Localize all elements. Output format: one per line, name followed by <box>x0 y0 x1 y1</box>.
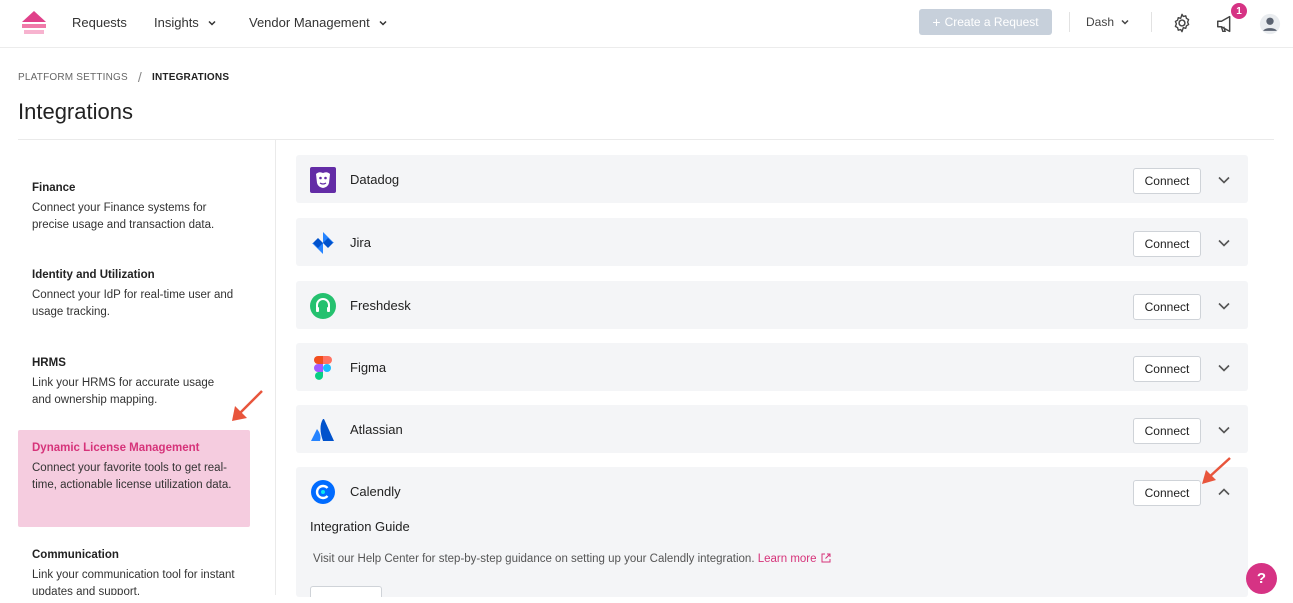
chevron-down-icon[interactable] <box>1217 425 1231 435</box>
sidebar-item-desc: Connect your Finance systems for precise… <box>32 202 215 231</box>
nav-requests[interactable]: Requests <box>72 15 127 30</box>
sidebar-item-hrms[interactable]: HRMS Link your HRMS for accurate usage a… <box>18 345 250 421</box>
sidebar-item-title: Finance <box>32 182 76 194</box>
integration-name: Datadog <box>350 172 400 187</box>
chevron-up-icon[interactable] <box>1217 487 1231 497</box>
sidebar-item-identity[interactable]: Identity and Utilization Connect your Id… <box>18 257 250 333</box>
chevron-down-icon[interactable] <box>1217 238 1231 248</box>
integration-name: Calendly <box>350 484 401 499</box>
create-request-button[interactable]: + Create a Request <box>919 9 1052 35</box>
learn-more-link[interactable]: Learn more <box>758 553 831 565</box>
sidebar-item-communication[interactable]: Communication Link your communication to… <box>18 537 250 595</box>
breadcrumb-separator: / <box>137 69 142 85</box>
integration-row-datadog[interactable]: Datadog Connect <box>296 155 1248 203</box>
integration-name: Jira <box>350 235 371 250</box>
chevron-down-icon <box>379 20 387 26</box>
annotation-arrow-icon <box>232 390 263 421</box>
sidebar-item-dynamic-license-management[interactable]: Dynamic License Management Connect your … <box>18 430 250 527</box>
chevron-down-icon[interactable] <box>1217 175 1231 185</box>
user-menu-label: Dash <box>1086 15 1115 29</box>
connect-button[interactable]: Connect <box>1133 231 1201 257</box>
connect-button[interactable]: Connect <box>1133 294 1201 320</box>
chevron-down-icon[interactable] <box>1217 363 1231 373</box>
nav-vendor-management[interactable]: Vendor Management <box>249 15 388 30</box>
user-avatar-icon[interactable] <box>1259 13 1281 35</box>
datadog-logo-icon <box>310 167 336 193</box>
integration-name: Figma <box>350 360 387 375</box>
sidebar-item-finance[interactable]: Finance Connect your Finance systems for… <box>18 170 250 246</box>
chevron-down-icon <box>208 20 216 26</box>
user-menu[interactable]: Dash <box>1086 15 1130 29</box>
notification-badge: 1 <box>1231 3 1247 19</box>
integration-row-jira[interactable]: Jira Connect <box>296 218 1248 266</box>
integration-row-atlassian[interactable]: Atlassian Connect <box>296 405 1248 453</box>
figma-logo-icon <box>314 356 332 380</box>
jira-logo-icon <box>312 232 334 254</box>
breadcrumb: PLATFORM SETTINGS / INTEGRATIONS <box>18 69 229 85</box>
nav-insights[interactable]: Insights <box>154 15 217 30</box>
integration-row-calendly[interactable]: Calendly Connect Integration Guide Visit… <box>296 467 1248 597</box>
plus-icon: + <box>932 14 941 30</box>
app-logo-icon[interactable] <box>20 10 48 36</box>
gear-icon[interactable] <box>1171 12 1193 34</box>
top-navigation: Requests Insights Vendor Management + Cr… <box>0 0 1293 48</box>
divider <box>1069 12 1070 32</box>
create-request-label: Create a Request <box>944 15 1039 29</box>
guide-action-button[interactable] <box>310 586 382 597</box>
atlassian-logo-icon <box>311 419 334 441</box>
chevron-down-icon <box>1121 19 1129 25</box>
integration-row-figma[interactable]: Figma Connect <box>296 343 1248 391</box>
breadcrumb-current: INTEGRATIONS <box>151 71 230 83</box>
annotation-arrow-icon <box>1202 457 1231 484</box>
sidebar-item-desc: Connect your IdP for real-time user and … <box>32 289 234 318</box>
connect-button[interactable]: Connect <box>1133 418 1201 444</box>
integration-category-sidebar: Finance Connect your Finance systems for… <box>18 140 276 595</box>
nav-vendor-management-label: Vendor Management <box>249 15 370 30</box>
chevron-down-icon[interactable] <box>1217 301 1231 311</box>
integration-name: Freshdesk <box>350 298 411 313</box>
integration-guide-text: Visit our Help Center for step-by-step g… <box>313 553 831 565</box>
sidebar-item-title: Identity and Utilization <box>32 269 155 281</box>
integration-guide-title: Integration Guide <box>310 519 410 534</box>
external-link-icon <box>821 553 831 563</box>
integration-row-freshdesk[interactable]: Freshdesk Connect <box>296 281 1248 329</box>
sidebar-item-desc: Link your HRMS for accurate usage and ow… <box>32 377 215 406</box>
connect-button[interactable]: Connect <box>1133 356 1201 382</box>
freshdesk-logo-icon <box>310 293 336 319</box>
page-title: Integrations <box>18 99 133 124</box>
breadcrumb-parent[interactable]: PLATFORM SETTINGS <box>18 72 128 83</box>
connect-button[interactable]: Connect <box>1133 480 1201 506</box>
nav-requests-label: Requests <box>72 15 127 30</box>
integration-name: Atlassian <box>350 422 403 437</box>
sidebar-item-title: HRMS <box>32 357 66 369</box>
divider <box>1151 12 1152 32</box>
nav-insights-label: Insights <box>154 15 199 30</box>
sidebar-item-desc: Connect your favorite tools to get real-… <box>32 462 232 491</box>
guide-text-body: Visit our Help Center for step-by-step g… <box>313 553 755 565</box>
sidebar-item-title: Dynamic License Management <box>32 442 200 454</box>
help-button[interactable]: ? <box>1246 563 1277 594</box>
calendly-logo-icon <box>311 480 335 504</box>
learn-more-label: Learn more <box>757 553 817 565</box>
sidebar-item-title: Communication <box>32 549 119 561</box>
sidebar-item-desc: Link your communication tool for instant… <box>32 569 235 595</box>
connect-button[interactable]: Connect <box>1133 168 1201 194</box>
